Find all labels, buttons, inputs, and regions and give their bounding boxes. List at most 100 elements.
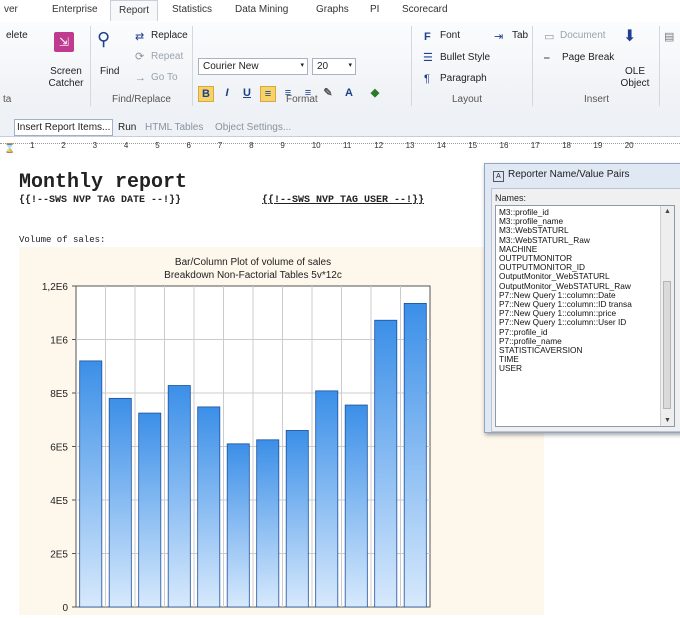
list-item[interactable]: OutputMonitor_WebSTATURL: [499, 272, 649, 281]
font-name-combo[interactable]: Courier New ▾: [198, 58, 308, 75]
fill-color-icon[interactable]: ◆: [364, 86, 386, 102]
list-item[interactable]: M3::profile_name: [499, 217, 649, 226]
goto-button[interactable]: Go To: [151, 72, 178, 83]
listbox-scrollbar[interactable]: ▲ ▼: [660, 206, 674, 426]
highlight-icon[interactable]: ✎: [320, 86, 336, 102]
bar: [138, 412, 162, 608]
replace-button[interactable]: Replace: [151, 30, 188, 41]
tab-enterprise[interactable]: Enterprise: [52, 4, 98, 15]
scroll-up-icon[interactable]: ▲: [664, 208, 671, 215]
ruler-number: 9: [280, 141, 285, 150]
name-value-pairs-dialog[interactable]: A Reporter Name/Value Pairs Names: M3::pr…: [484, 163, 680, 433]
bar: [167, 385, 191, 608]
list-item[interactable]: P7::New Query 1::column::ID transa: [499, 300, 649, 309]
delete-button[interactable]: elete: [6, 30, 28, 41]
align-left-icon[interactable]: ≡: [260, 86, 276, 102]
tab-statistics[interactable]: Statistics: [172, 4, 212, 15]
list-item[interactable]: OutputMonitor_WebSTATURL_Raw: [499, 282, 649, 291]
list-item[interactable]: TIME: [499, 355, 649, 364]
list-item[interactable]: P7::profile_id: [499, 328, 649, 337]
font-color-icon[interactable]: A: [338, 86, 360, 102]
bar: [108, 397, 132, 608]
list-item[interactable]: M3::WebSTATURL_Raw: [499, 236, 649, 245]
insert-report-items-button[interactable]: Insert Report Items...: [14, 119, 114, 136]
list-item[interactable]: P7::New Query 1::column::Date: [499, 291, 649, 300]
repeat-icon: ⟳: [135, 51, 145, 63]
indent-marker-icon[interactable]: ⌛: [4, 141, 15, 155]
ruler-number: 1: [30, 141, 35, 150]
y-tick-label: 8E5: [50, 389, 68, 400]
y-tick-label: 0: [62, 603, 68, 614]
list-item[interactable]: USER: [499, 364, 649, 373]
sales-chart[interactable]: Bar/Column Plot of volume of sales Breakd…: [19, 247, 544, 615]
ole-object-icon[interactable]: ⬇: [623, 29, 641, 52]
tab-icon: ⇥: [494, 31, 504, 43]
scroll-thumb[interactable]: [663, 281, 671, 409]
object-settings-button[interactable]: Object Settings...: [215, 122, 291, 133]
nvp-tag-user: {{!--SWS NVP TAG USER --!}}: [262, 195, 425, 206]
paragraph-button[interactable]: Paragraph: [440, 73, 487, 84]
nvp-tag-date: {{!--SWS NVP TAG DATE --!}}: [19, 195, 182, 206]
run-button[interactable]: Run: [118, 122, 136, 133]
font-size-combo[interactable]: 20 ▾: [312, 58, 356, 75]
ruler-number: 8: [249, 141, 254, 150]
tab-data-mining[interactable]: Data Mining: [235, 4, 288, 15]
italic-button[interactable]: I: [219, 86, 235, 102]
ruler-number: 19: [593, 141, 603, 150]
ole-object-button[interactable]: OLE Object: [620, 66, 650, 90]
bullet-style-button[interactable]: Bullet Style: [440, 52, 490, 63]
list-item[interactable]: P7::profile_name: [499, 337, 649, 346]
list-item[interactable]: P7::New Query 1::column::price: [499, 309, 649, 318]
document-button[interactable]: Document: [560, 30, 606, 41]
bold-button[interactable]: B: [198, 86, 214, 102]
list-item[interactable]: M3::WebSTATURL: [499, 226, 649, 235]
find-button[interactable]: Find: [100, 66, 119, 77]
tab-scorecard[interactable]: Scorecard: [402, 4, 448, 15]
ribbon: elete ⇲ Screen Catcher ta ⚲ Find ⇄ Repla…: [0, 22, 680, 111]
repeat-button[interactable]: Repeat: [151, 51, 183, 62]
list-item[interactable]: STATISTICAVERSION: [499, 346, 649, 355]
dialog-title-text: Reporter Name/Value Pairs: [508, 169, 630, 180]
find-icon[interactable]: ⚲: [97, 30, 110, 48]
underline-button[interactable]: U: [239, 86, 255, 102]
bar: [256, 439, 280, 608]
page-break-button[interactable]: Page Break: [562, 52, 614, 63]
y-tick-label: 4E5: [50, 496, 68, 507]
chart-svg: Bar/Column Plot of volume of sales Breakd…: [42, 257, 431, 614]
bar: [285, 430, 309, 608]
ruler-number: 10: [311, 141, 321, 150]
misc-icon[interactable]: ▤: [664, 30, 674, 44]
tab-report[interactable]: Report: [110, 0, 159, 21]
bar: [315, 390, 339, 608]
font-size-value: 20: [317, 61, 329, 72]
bar: [226, 443, 250, 608]
html-tables-button[interactable]: HTML Tables: [145, 122, 203, 133]
ruler-number: 6: [186, 141, 191, 150]
document-icon: ▭: [544, 31, 555, 43]
font-button[interactable]: Font: [440, 30, 460, 41]
scroll-down-icon[interactable]: ▼: [664, 417, 671, 424]
ruler-number: 18: [562, 141, 571, 150]
screen-catcher-button[interactable]: Screen Catcher: [48, 66, 84, 90]
list-item[interactable]: OUTPUTMONITOR_ID: [499, 263, 649, 272]
y-tick-label: 2E5: [50, 550, 68, 561]
screen-catcher-icon[interactable]: ⇲: [54, 32, 74, 52]
paragraph-icon: ¶: [424, 73, 430, 85]
names-listbox[interactable]: M3::profile_id M3::profile_name M3::WebSTA…: [495, 205, 675, 427]
replace-icon: ⇄: [135, 31, 145, 43]
y-tick-label: 1E6: [50, 336, 68, 347]
report-subtoolbar: Insert Report Items... Run HTML Tables O…: [0, 110, 680, 137]
list-item[interactable]: MACHINE: [499, 245, 649, 254]
font-icon: F: [424, 31, 431, 43]
list-item[interactable]: M3::profile_id: [499, 208, 649, 217]
volume-label: Volume of sales:: [19, 235, 106, 245]
tab-button[interactable]: Tab: [512, 30, 528, 41]
list-item[interactable]: P7::New Query 1::column::User ID: [499, 318, 649, 327]
tab-graphs[interactable]: Graphs: [316, 4, 349, 15]
tab-ver[interactable]: ver: [4, 4, 18, 15]
list-item[interactable]: OUTPUTMONITOR: [499, 254, 649, 263]
tab-pi[interactable]: PI: [370, 4, 379, 15]
page-break-icon: ⎯: [544, 52, 550, 64]
ruler-number: 15: [468, 141, 478, 150]
data-group-label: ta: [3, 94, 12, 105]
